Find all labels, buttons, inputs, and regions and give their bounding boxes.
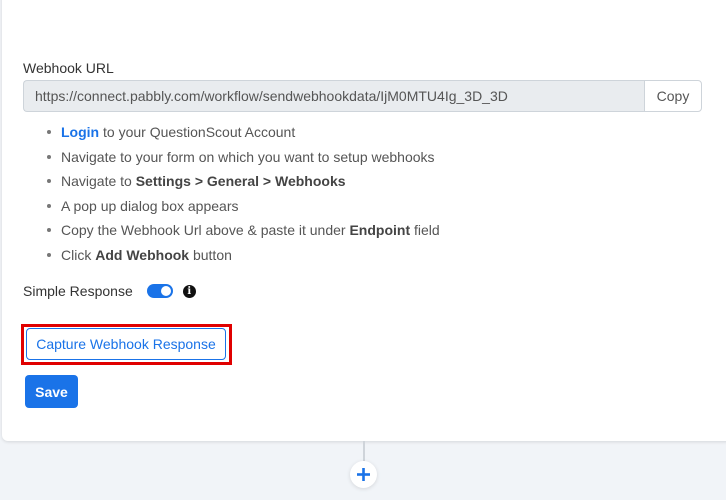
capture-webhook-response-button[interactable]: Capture Webhook Response: [26, 328, 226, 360]
add-step-button[interactable]: [350, 461, 377, 488]
list-item: A pop up dialog box appears: [47, 195, 440, 220]
list-item: Copy the Webhook Url above & paste it un…: [47, 219, 440, 244]
copy-button[interactable]: Copy: [644, 80, 702, 112]
webhook-url-field[interactable]: [23, 80, 644, 112]
list-item: Click Add Webhook button: [47, 244, 440, 269]
step-connector-line: [363, 441, 365, 461]
list-item: Login to your QuestionScout Account: [47, 121, 440, 146]
info-circle-icon[interactable]: i: [182, 284, 196, 298]
instructions-list: Login to your QuestionScout Account Navi…: [23, 121, 440, 269]
webhook-url-label: Webhook URL: [23, 60, 114, 76]
list-item: Navigate to your form on which you want …: [47, 146, 440, 171]
login-link[interactable]: Login: [61, 124, 99, 140]
list-item: Navigate to Settings > General > Webhook…: [47, 170, 440, 195]
simple-response-toggle[interactable]: [146, 284, 173, 298]
toggle-knob: [160, 286, 171, 296]
simple-response-row: Simple Response i: [23, 283, 196, 299]
save-button[interactable]: Save: [25, 375, 78, 408]
simple-response-label: Simple Response: [23, 283, 133, 299]
plus-icon: [357, 468, 370, 481]
webhook-url-group: Copy: [23, 80, 702, 112]
